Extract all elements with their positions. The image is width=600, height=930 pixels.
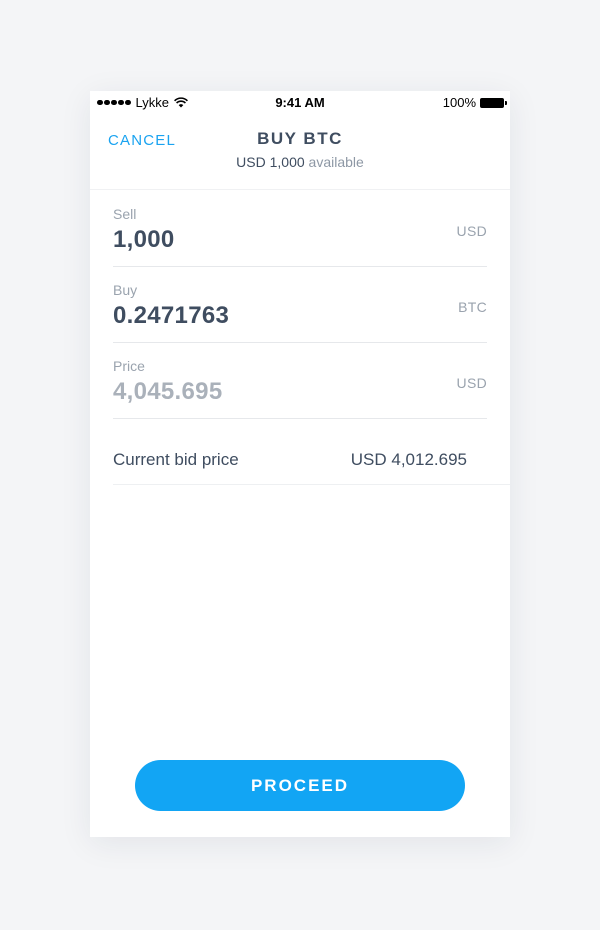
phone-screen: Lykke 9:41 AM 100% CANCEL BUY BTC USD 1,… — [90, 91, 510, 837]
nav-bar: CANCEL BUY BTC USD 1,000 available — [90, 113, 510, 190]
current-bid-row: Current bid price USD 4,012.695 — [113, 418, 510, 485]
sell-field[interactable]: Sell 1,000 USD — [113, 190, 487, 267]
sell-input[interactable]: 1,000 — [113, 226, 175, 254]
price-label: Price — [113, 358, 145, 374]
status-bar: Lykke 9:41 AM 100% — [90, 91, 510, 113]
price-unit: USD — [456, 375, 487, 391]
battery-percent: 100% — [442, 95, 476, 110]
bid-label: Current bid price — [113, 450, 239, 469]
proceed-button[interactable]: PROCEED — [135, 760, 465, 811]
price-field[interactable]: Price 4,045.695 USD — [113, 342, 487, 419]
balance-suffix: available — [308, 154, 364, 170]
status-right: 100% — [442, 95, 507, 110]
buy-unit: BTC — [458, 299, 487, 315]
balance-amount: USD 1,000 — [236, 154, 305, 170]
available-balance: USD 1,000 available — [90, 154, 510, 170]
price-input[interactable]: 4,045.695 — [113, 378, 222, 406]
sell-unit: USD — [456, 223, 487, 239]
bid-value: USD 4,012.695 — [350, 450, 467, 469]
buy-field[interactable]: Buy 0.2471763 BTC — [113, 266, 487, 343]
sell-label: Sell — [113, 206, 137, 222]
battery-icon — [480, 97, 507, 108]
buy-label: Buy — [113, 282, 138, 298]
page-title: BUY BTC — [257, 129, 343, 148]
buy-input[interactable]: 0.2471763 — [113, 302, 229, 330]
